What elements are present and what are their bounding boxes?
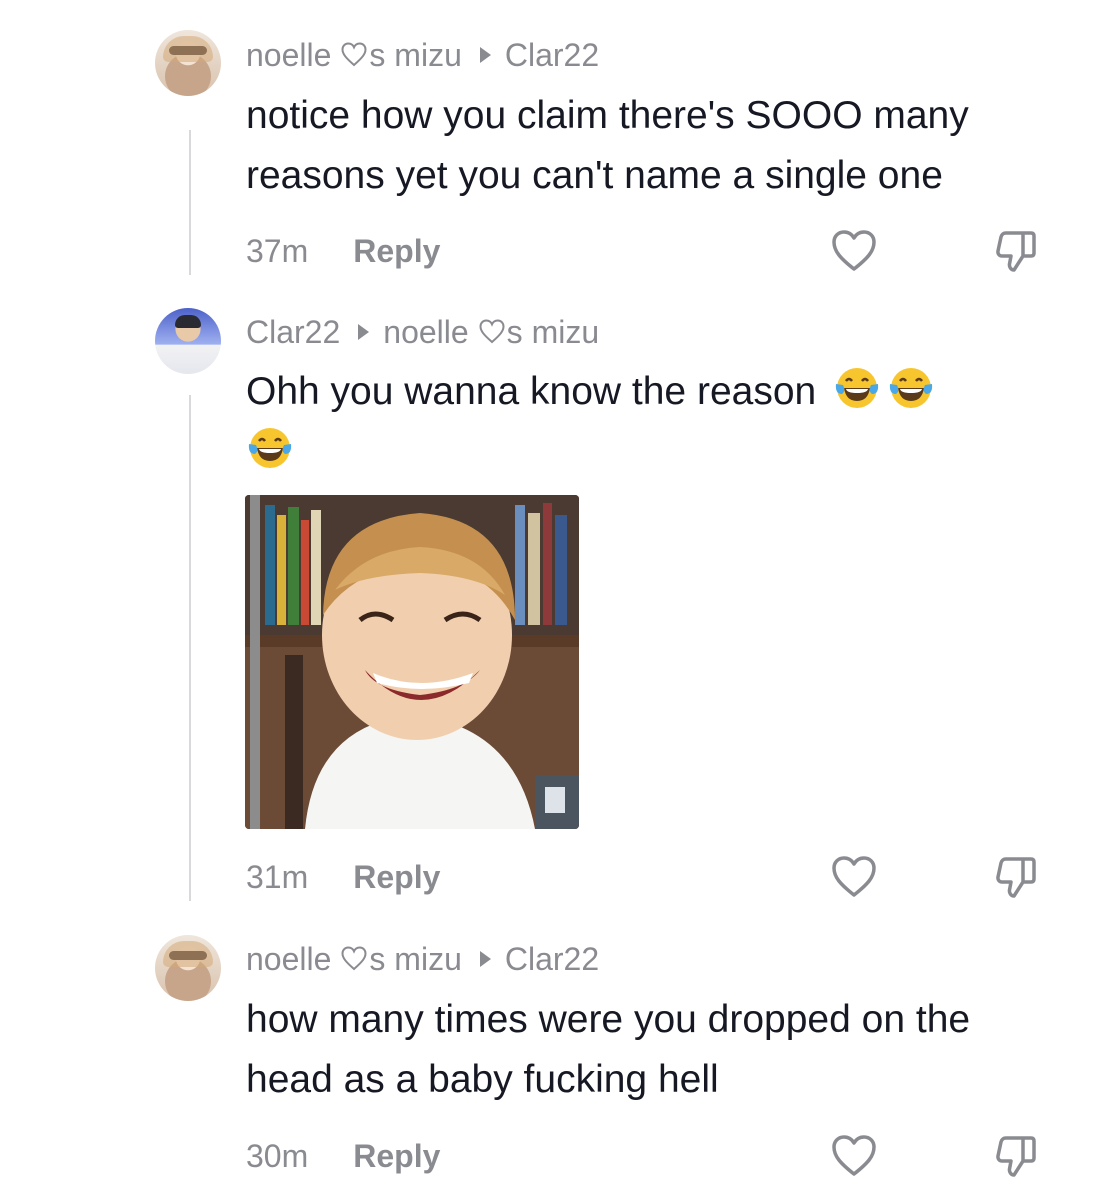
heart-outline-icon	[341, 42, 367, 68]
comment-time: 30m	[246, 1137, 309, 1174]
comment-meta: 30m Reply	[246, 1131, 440, 1181]
comment-time: 37m	[246, 232, 309, 269]
comment-header: noelle s mizu Clar22	[246, 939, 599, 979]
author-name-suffix[interactable]: s mizu	[369, 37, 461, 74]
comment-text: notice how you claim there's SOOO many r…	[246, 94, 969, 197]
avatar[interactable]	[155, 308, 221, 374]
reply-button[interactable]: Reply	[353, 1138, 440, 1175]
play-triangle-icon	[479, 951, 491, 967]
comment-text: Ohh you wanna know the reason	[246, 370, 817, 413]
comment-text-container: Ohh you wanna know the reason	[246, 362, 1036, 482]
heart-icon[interactable]	[830, 227, 878, 275]
reply-button[interactable]: Reply	[353, 859, 440, 896]
comment-header: Clar22 noelle s mizu	[246, 312, 599, 352]
reply-to-name[interactable]: Clar22	[505, 37, 599, 74]
dislike-icon[interactable]	[993, 1132, 1041, 1180]
thread-line	[189, 130, 191, 275]
face-with-tears-of-joy-emoji	[246, 424, 294, 472]
dislike-icon[interactable]	[993, 853, 1041, 901]
author-name[interactable]: noelle	[246, 941, 331, 978]
play-triangle-icon	[358, 324, 370, 340]
attached-image[interactable]	[245, 495, 579, 829]
comment-text: how many times were you dropped on the h…	[246, 998, 971, 1101]
heart-icon[interactable]	[830, 853, 878, 901]
heart-outline-icon	[479, 319, 505, 345]
reply-to-name-suffix[interactable]: s mizu	[507, 314, 599, 351]
heart-outline-icon	[341, 946, 367, 972]
comment-meta: 31m Reply	[246, 852, 440, 902]
smiling-person-image	[245, 495, 579, 829]
play-triangle-icon	[479, 47, 491, 63]
reply-to-name[interactable]: Clar22	[505, 941, 599, 978]
reply-button[interactable]: Reply	[353, 233, 440, 270]
comment-time: 31m	[246, 858, 309, 895]
dislike-icon[interactable]	[993, 227, 1041, 275]
comment-meta: 37m Reply	[246, 226, 440, 276]
avatar[interactable]	[155, 935, 221, 1001]
author-name-suffix[interactable]: s mizu	[369, 941, 461, 978]
author-name[interactable]: noelle	[246, 37, 331, 74]
heart-icon[interactable]	[830, 1132, 878, 1180]
reply-to-name[interactable]: noelle	[383, 314, 468, 351]
avatar[interactable]	[155, 30, 221, 96]
face-with-tears-of-joy-emoji	[887, 364, 935, 412]
author-name[interactable]: Clar22	[246, 314, 340, 351]
comment-header: noelle s mizu Clar22	[246, 35, 599, 75]
thread-line	[189, 395, 191, 901]
face-with-tears-of-joy-emoji	[833, 364, 881, 412]
